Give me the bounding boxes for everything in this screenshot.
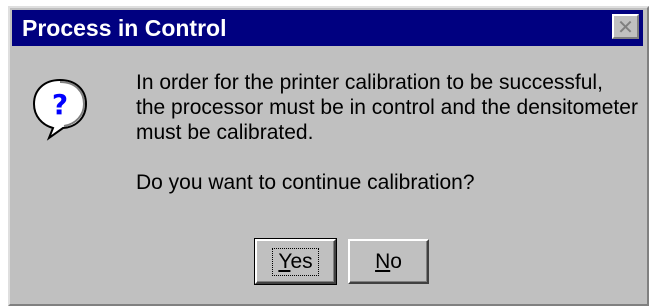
yes-button[interactable]: Yes (254, 238, 337, 285)
yes-label-rest: es (290, 249, 313, 273)
no-accelerator: N (375, 249, 391, 273)
message-line: the processor must be in control and the… (136, 96, 638, 119)
message-body: In order for the printer calibration to … (136, 70, 646, 195)
message-text: In order for the printer calibration to … (136, 70, 646, 145)
message-line: In order for the printer calibration to … (136, 71, 603, 94)
yes-button-label: Yes (272, 247, 319, 276)
dialog-window: Process in Control ✕ ? In order for the … (8, 6, 649, 306)
window-title: Process in Control (22, 14, 227, 41)
question-icon: ? (32, 78, 88, 141)
no-label-rest: o (390, 249, 402, 273)
no-button[interactable]: No (348, 239, 429, 284)
close-button[interactable]: ✕ (612, 14, 639, 39)
prompt-text: Do you want to continue calibration? (136, 171, 475, 194)
no-button-label: No (375, 250, 402, 274)
yes-accelerator: Y (278, 249, 291, 273)
message-line: must be calibrated. (136, 121, 314, 144)
title-bar[interactable]: Process in Control ✕ (12, 10, 643, 46)
question-glyph: ? (52, 88, 68, 121)
close-icon: ✕ (617, 14, 634, 39)
